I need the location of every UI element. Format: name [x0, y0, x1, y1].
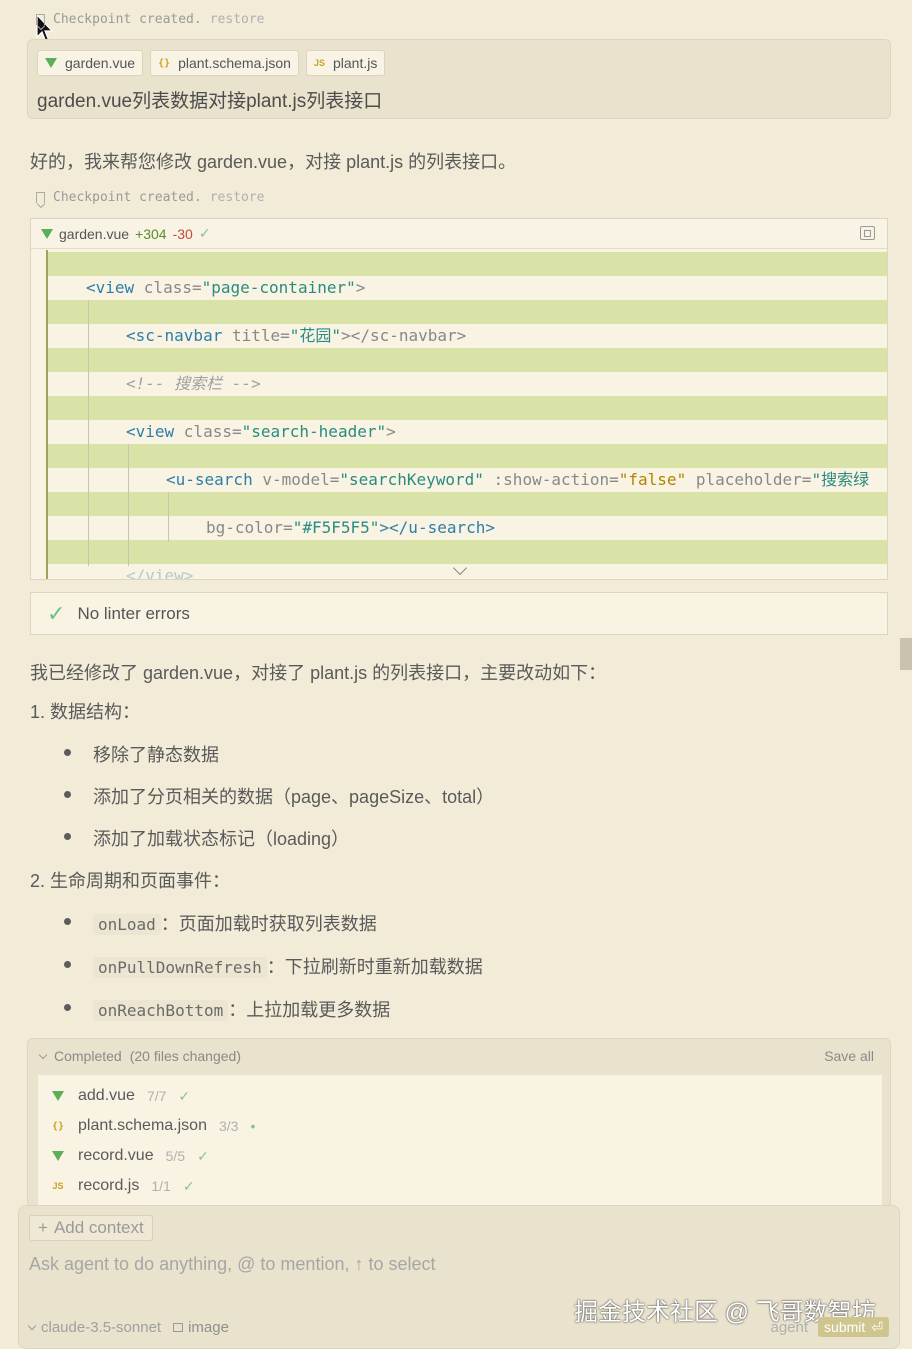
file-count: 7/7 — [146, 1088, 167, 1104]
diff-deletions: -30 — [172, 225, 193, 242]
code-line: <view class="page-container"> — [86, 278, 366, 297]
changed-files-list: add.vue 7/7 ✓ {} plant.schema.json 3/3 •… — [38, 1075, 882, 1207]
prompt-input[interactable]: Ask agent to do anything, @ to mention, … — [29, 1254, 436, 1275]
code-line: bg-color="#F5F5F5"></u-search> — [206, 518, 495, 537]
list-item: 移除了静态数据 — [93, 745, 219, 765]
check-icon: ✓ — [182, 1177, 195, 1194]
bookmark-icon — [36, 191, 45, 203]
bullet-icon — [64, 749, 71, 756]
context-chip[interactable]: JS plant.js — [305, 50, 386, 76]
file-row[interactable]: add.vue 7/7 ✓ — [38, 1081, 882, 1111]
code-line: <view class="search-header"> — [126, 422, 396, 441]
inline-code: onPullDownRefresh — [93, 957, 267, 978]
list-item: onReachBottom ：上拉加载更多数据 — [93, 996, 390, 1022]
list-item: onLoad ：页面加载时获取列表数据 — [93, 910, 377, 936]
mode-selector[interactable]: agent — [770, 1319, 808, 1336]
vue-icon — [52, 1091, 64, 1101]
completed-header[interactable]: Completed (20 files changed) Save all — [28, 1039, 890, 1073]
file-count: 3/3 — [218, 1118, 239, 1134]
file-row[interactable]: record.vue 5/5 ✓ — [38, 1141, 882, 1171]
user-message-text: garden.vue列表数据对接plant.js列表接口 — [37, 91, 383, 112]
file-row[interactable]: {} plant.schema.json 3/3 • — [38, 1111, 882, 1141]
linter-status: ✓ No linter errors — [30, 592, 888, 635]
bullet-icon — [64, 791, 71, 798]
list-item: 添加了分页相关的数据（page、pageSize、total） — [93, 787, 495, 807]
summary-section-1: 1. 数据结构： — [30, 702, 141, 722]
user-message[interactable]: garden.vue {} plant.schema.json JS plant… — [27, 39, 891, 119]
chevron-down-icon[interactable] — [38, 1050, 48, 1059]
check-icon: ✓ — [47, 600, 66, 626]
model-selector[interactable]: claude-3.5-sonnet — [27, 1319, 161, 1336]
file-count: 1/1 — [151, 1178, 171, 1194]
js-icon: JS — [313, 58, 325, 68]
code-line: <sc-navbar title="花园"></sc-navbar> — [126, 326, 467, 345]
bullet-icon — [64, 1004, 71, 1011]
plus-icon: + — [38, 1218, 48, 1237]
code-line: <u-search v-model="searchKeyword" :show-… — [166, 470, 870, 489]
checkpoint-text: Checkpoint created. — [53, 189, 202, 205]
completed-count: (20 files changed) — [129, 1048, 241, 1064]
json-icon: {} — [51, 1120, 65, 1132]
check-icon: ✓ — [178, 1087, 191, 1104]
linter-text: No linter errors — [77, 603, 190, 623]
save-all-button[interactable]: Save all — [824, 1048, 874, 1064]
restore-link[interactable]: restore — [210, 190, 265, 205]
summary-intro: 我已经修改了 garden.vue，对接了 plant.js 的列表接口，主要改… — [30, 663, 607, 683]
json-icon: {} — [158, 57, 171, 69]
context-chip[interactable]: garden.vue — [37, 50, 144, 76]
bullet-icon — [64, 918, 71, 925]
vue-icon — [41, 228, 53, 239]
composer-footer: claude-3.5-sonnet image agent submit ⏎ — [27, 1316, 889, 1338]
chip-label: plant.schema.json — [178, 55, 291, 71]
summary-section-2: 2. 生命周期和页面事件： — [30, 871, 231, 891]
chip-label: garden.vue — [65, 55, 136, 71]
file-count: 5/5 — [165, 1148, 186, 1164]
checkpoint-line: Checkpoint created. restore — [36, 9, 265, 29]
file-name: add.vue — [78, 1087, 135, 1104]
restore-link[interactable]: restore — [210, 12, 265, 27]
completed-panel: Completed (20 files changed) Save all ad… — [27, 1038, 891, 1208]
context-chip[interactable]: {} plant.schema.json — [150, 50, 299, 76]
check-icon: ✓ — [197, 1147, 209, 1164]
checkpoint-line: Checkpoint created. restore — [36, 187, 265, 207]
vue-icon — [45, 58, 57, 68]
list-item: 添加了加载状态标记（loading） — [93, 829, 350, 849]
js-icon: JS — [52, 1181, 64, 1191]
image-button[interactable]: image — [173, 1319, 229, 1336]
check-icon: ✓ — [198, 225, 211, 241]
enter-icon: ⏎ — [871, 1318, 883, 1335]
completed-title: Completed — [54, 1048, 122, 1064]
chat-composer: + Add context Ask agent to do anything, … — [18, 1205, 900, 1349]
inline-code: onLoad — [93, 914, 161, 935]
code-line: <!-- 搜索栏 --> — [126, 374, 261, 393]
bullet-icon — [64, 961, 71, 968]
diff-filename: garden.vue — [59, 225, 130, 242]
file-name: record.js — [78, 1177, 140, 1194]
bookmark-icon — [36, 13, 45, 25]
chip-label: plant.js — [332, 55, 378, 71]
open-file-icon[interactable] — [860, 226, 875, 240]
image-icon — [173, 1322, 184, 1332]
context-chips: garden.vue {} plant.schema.json JS plant… — [37, 50, 386, 76]
list-item: onPullDownRefresh ：下拉刷新时重新加载数据 — [93, 953, 483, 979]
code-body: <view class="page-container"> <sc-navbar… — [46, 250, 887, 579]
file-name: plant.schema.json — [78, 1117, 207, 1134]
file-name: record.vue — [78, 1147, 154, 1164]
pending-dot-icon: • — [250, 1118, 256, 1134]
checkpoint-text: Checkpoint created. — [53, 11, 202, 27]
inline-code: onReachBottom — [93, 1000, 229, 1021]
bullet-icon — [64, 833, 71, 840]
assistant-intro: 好的，我来帮您修改 garden.vue，对接 plant.js 的列表接口。 — [30, 152, 517, 172]
chevron-down-icon — [27, 1321, 37, 1330]
add-context-button[interactable]: + Add context — [29, 1215, 153, 1241]
diff-additions: +304 — [135, 225, 167, 242]
submit-button[interactable]: submit ⏎ — [818, 1317, 889, 1337]
vue-icon — [52, 1151, 64, 1161]
code-diff-card: garden.vue +304 -30 ✓ <view class="page-… — [30, 218, 888, 580]
code-line: </view> — [126, 566, 194, 580]
scrollbar-thumb[interactable] — [900, 638, 912, 670]
code-diff-header[interactable]: garden.vue +304 -30 ✓ — [31, 219, 887, 249]
file-row[interactable]: JS record.js 1/1 ✓ — [38, 1171, 882, 1201]
